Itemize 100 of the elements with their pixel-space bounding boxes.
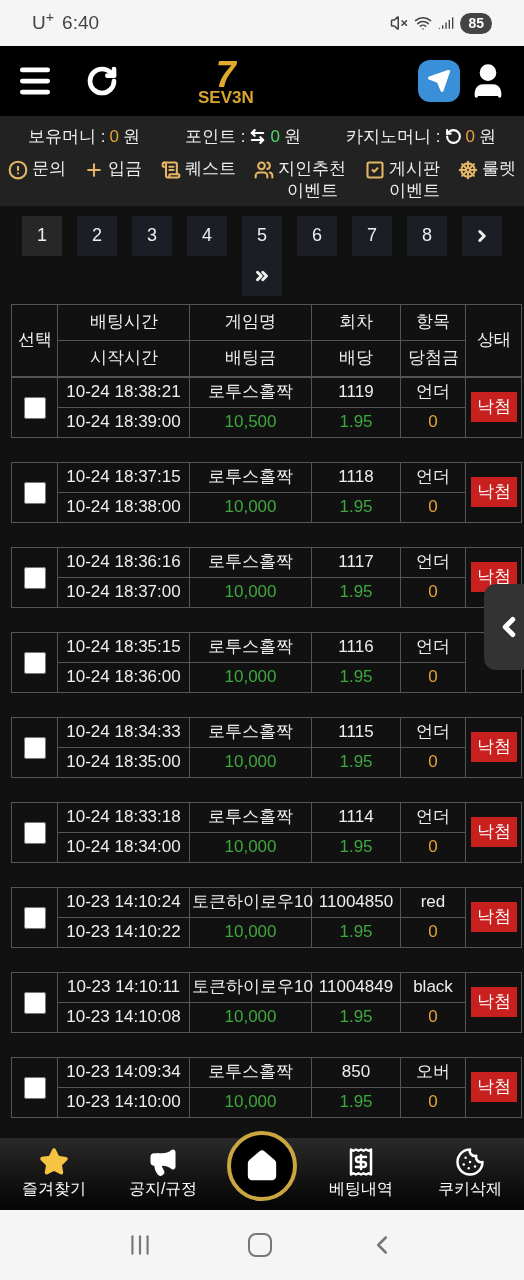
balance-value: 0: [270, 126, 280, 148]
nav-button[interactable]: 베팅내역: [315, 1147, 406, 1201]
menu-link[interactable]: 게시판 이벤트: [388, 157, 440, 202]
site-logo[interactable]: 7 SEV3N: [198, 56, 254, 106]
nav-button[interactable]: 쿠키삭제: [424, 1147, 515, 1201]
menu-link[interactable]: 문의: [32, 157, 66, 180]
table-cell: 10-23 14:10:00: [57, 1087, 190, 1117]
page-button[interactable]: 2: [77, 215, 117, 256]
table-cell: 오버: [400, 1057, 466, 1087]
mute-icon: [390, 14, 409, 32]
row-checkbox[interactable]: [23, 906, 46, 929]
table-cell: 10,000: [189, 917, 312, 947]
row-checkbox[interactable]: [23, 481, 46, 504]
table-cell: 1117: [311, 547, 401, 577]
column-header: 배팅시간: [57, 304, 190, 340]
table-cell: 10-24 18:33:18: [57, 802, 190, 832]
table-cell: 10,000: [189, 1087, 312, 1117]
page-button[interactable]: 8: [407, 215, 447, 256]
row-checkbox[interactable]: [23, 396, 46, 419]
table-cell: 로투스홀짝: [189, 632, 312, 662]
last-page-button[interactable]: [242, 255, 282, 296]
alert-icon[interactable]: [8, 159, 28, 180]
result-badge: 낙첨: [470, 732, 517, 762]
row-checkbox[interactable]: [23, 821, 46, 844]
table-cell: 10-24 18:36:00: [57, 662, 190, 692]
column-header: 배팅금: [189, 340, 312, 376]
row-checkbox[interactable]: [23, 566, 46, 589]
table-cell: 1115: [311, 717, 401, 747]
table-cell: 10-24 18:39:00: [57, 407, 190, 437]
table-cell: 10-24 18:37:00: [57, 577, 190, 607]
menu-link[interactable]: 룰렛: [481, 157, 516, 180]
scroll-icon[interactable]: [160, 159, 181, 180]
table-cell: 10,000: [189, 577, 312, 607]
column-header: 회차: [311, 304, 401, 340]
table-cell: 10-24 18:35:15: [57, 632, 190, 662]
balance-label: 보유머니 :: [28, 126, 106, 148]
page-button[interactable]: 6: [297, 215, 337, 256]
table-cell: 1.95: [311, 832, 401, 862]
checkbox-icon[interactable]: [364, 159, 385, 180]
row-checkbox[interactable]: [23, 651, 46, 674]
page-button[interactable]: 7: [352, 215, 392, 256]
nav-button[interactable]: 즐겨찾기: [9, 1147, 100, 1201]
result-badge: 낙첨: [470, 477, 517, 507]
table-cell: 로투스홀짝: [189, 1057, 312, 1087]
table-cell: black: [400, 972, 466, 1002]
table-cell: 10-24 18:37:15: [57, 462, 190, 492]
menu-link[interactable]: 지인추천 이벤트: [278, 157, 347, 202]
table-cell: 1114: [311, 802, 401, 832]
next-page-button[interactable]: [462, 215, 502, 256]
table-cell: 10-24 18:35:00: [57, 747, 190, 777]
home-icon: [245, 1149, 279, 1183]
column-header: 상태: [465, 304, 522, 376]
currency-unit: 원: [283, 126, 301, 148]
table-cell: 1116: [311, 632, 401, 662]
table-cell: 토큰하이로우10: [189, 887, 312, 917]
row-checkbox[interactable]: [23, 1076, 46, 1099]
star-icon: [39, 1147, 70, 1177]
row-checkbox[interactable]: [23, 991, 46, 1014]
home-nav-icon[interactable]: [248, 1233, 272, 1257]
page-button[interactable]: 5: [242, 215, 282, 256]
refresh-icon[interactable]: [86, 65, 118, 97]
menu-link[interactable]: 입금: [108, 157, 143, 180]
table-cell: 10,500: [189, 407, 312, 437]
page-button[interactable]: 3: [132, 215, 172, 256]
table-cell: 10-24 18:38:21: [57, 377, 190, 407]
megaphone-icon: [148, 1147, 179, 1177]
balance-label: 카지노머니 :: [346, 126, 441, 148]
table-cell: 10-24 18:34:33: [57, 717, 190, 747]
page-button[interactable]: 4: [187, 215, 227, 256]
table-cell: 로투스홀짝: [189, 462, 312, 492]
battery-indicator: 85: [460, 12, 492, 34]
result-badge: 낙첨: [470, 1072, 517, 1102]
wifi-icon: [414, 14, 433, 32]
table-cell: 로투스홀짝: [189, 717, 312, 747]
result-badge: 낙첨: [470, 902, 517, 932]
signal-icon: [438, 15, 455, 31]
table-cell: 10-23 14:10:24: [57, 887, 190, 917]
result-badge: 낙첨: [470, 987, 517, 1017]
table-cell: 1.95: [311, 407, 401, 437]
nav-button[interactable]: 공지/규정: [118, 1147, 209, 1201]
table-cell: 언더: [400, 377, 466, 407]
table-cell: 1119: [311, 377, 401, 407]
table-cell: 언더: [400, 547, 466, 577]
exchange-icon: [249, 128, 267, 146]
table-cell: 1.95: [311, 662, 401, 692]
table-cell: 10,000: [189, 492, 312, 522]
menu-link[interactable]: 퀘스트: [184, 157, 236, 180]
table-cell: 1.95: [311, 1087, 401, 1117]
side-drawer-tab[interactable]: [484, 584, 524, 670]
table-cell: 10-23 14:09:34: [57, 1057, 190, 1087]
page-button[interactable]: 1: [22, 215, 62, 256]
people-icon[interactable]: [254, 159, 275, 180]
table-cell: 1.95: [311, 747, 401, 777]
column-header: 게임명: [189, 304, 312, 340]
balance-value: 0: [465, 126, 475, 148]
wheel-icon[interactable]: [457, 159, 478, 180]
table-cell: 토큰하이로우10: [189, 972, 312, 1002]
table-cell: 10-24 18:38:00: [57, 492, 190, 522]
telegram-button[interactable]: [418, 60, 460, 102]
row-checkbox[interactable]: [23, 736, 46, 759]
